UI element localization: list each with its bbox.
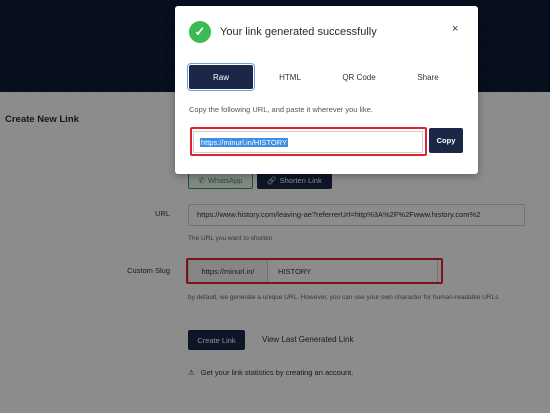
copy-instruction: Copy the following URL, and paste it whe… — [189, 105, 373, 114]
close-icon[interactable]: × — [452, 23, 458, 35]
tab-html[interactable]: HTML — [258, 65, 322, 89]
generated-url-highlight-box — [190, 127, 427, 156]
modal-title: Your link generated successfully — [220, 26, 377, 38]
tab-share[interactable]: Share — [396, 65, 460, 89]
copy-button[interactable]: Copy — [429, 128, 463, 153]
link-generated-modal: ✓ Your link generated successfully × Raw… — [175, 6, 478, 174]
check-circle-icon: ✓ — [189, 21, 211, 43]
tab-raw[interactable]: Raw — [187, 63, 255, 91]
modal-tabs: Raw HTML QR Code Share — [187, 63, 465, 91]
tab-qr-code[interactable]: QR Code — [327, 65, 391, 89]
